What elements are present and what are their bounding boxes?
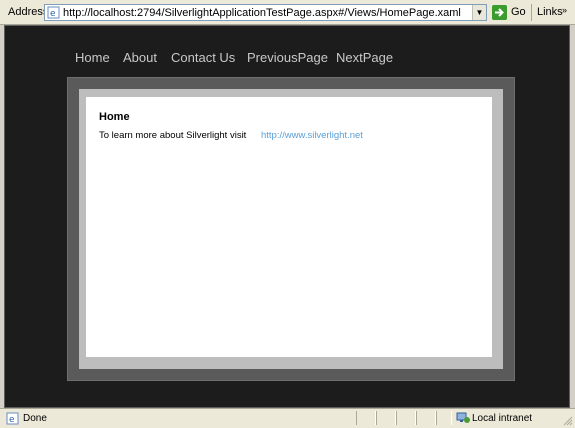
status-panel xyxy=(356,411,376,425)
go-button[interactable]: Go xyxy=(492,4,528,21)
nav-link-contact-us[interactable]: Contact Us xyxy=(171,50,235,65)
address-field[interactable]: e http://localhost:2794/SilverlightAppli… xyxy=(44,4,487,21)
page-done-icon: e xyxy=(6,412,19,425)
status-text: Done xyxy=(23,413,47,424)
svg-text:e: e xyxy=(9,415,15,425)
svg-text:e: e xyxy=(50,9,56,19)
nav-link-home[interactable]: Home xyxy=(75,50,110,65)
toolbar-divider xyxy=(531,4,532,21)
resize-grip-icon[interactable] xyxy=(562,415,573,426)
silverlight-content-area: Home About Contact Us PreviousPage NextP… xyxy=(4,25,570,408)
links-button[interactable]: Links xyxy=(537,6,563,18)
status-bar: e Done Local intranet xyxy=(0,408,575,428)
nav-link-about[interactable]: About xyxy=(123,50,157,65)
chevron-right-icon[interactable]: » xyxy=(562,5,567,15)
ie-page-icon: e xyxy=(47,6,60,19)
chevron-down-icon: ▼ xyxy=(475,8,484,17)
status-panel xyxy=(436,411,452,425)
address-label: Address xyxy=(8,6,49,18)
page-body-text: To learn more about Silverlight visit xyxy=(99,130,247,141)
address-bar: Address e http://localhost:2794/Silverli… xyxy=(0,0,575,25)
address-url[interactable]: http://localhost:2794/SilverlightApplica… xyxy=(63,7,461,19)
address-dropdown-button[interactable]: ▼ xyxy=(472,5,486,20)
page-panel: Home To learn more about Silverlight vis… xyxy=(86,97,492,357)
intranet-zone-icon xyxy=(456,412,470,423)
page-title: Home xyxy=(99,111,130,123)
nav-link-previous-page[interactable]: PreviousPage xyxy=(247,50,328,65)
status-panel xyxy=(416,411,436,425)
go-label: Go xyxy=(511,6,526,18)
content-frame-border: Home To learn more about Silverlight vis… xyxy=(79,89,503,369)
status-panel xyxy=(396,411,416,425)
security-zone-text: Local intranet xyxy=(472,413,533,424)
content-frame: Home To learn more about Silverlight vis… xyxy=(67,77,515,381)
status-panel xyxy=(376,411,396,425)
silverlight-link[interactable]: http://www.silverlight.net xyxy=(261,130,363,141)
go-arrow-icon xyxy=(492,5,507,20)
nav-link-next-page[interactable]: NextPage xyxy=(336,50,393,65)
